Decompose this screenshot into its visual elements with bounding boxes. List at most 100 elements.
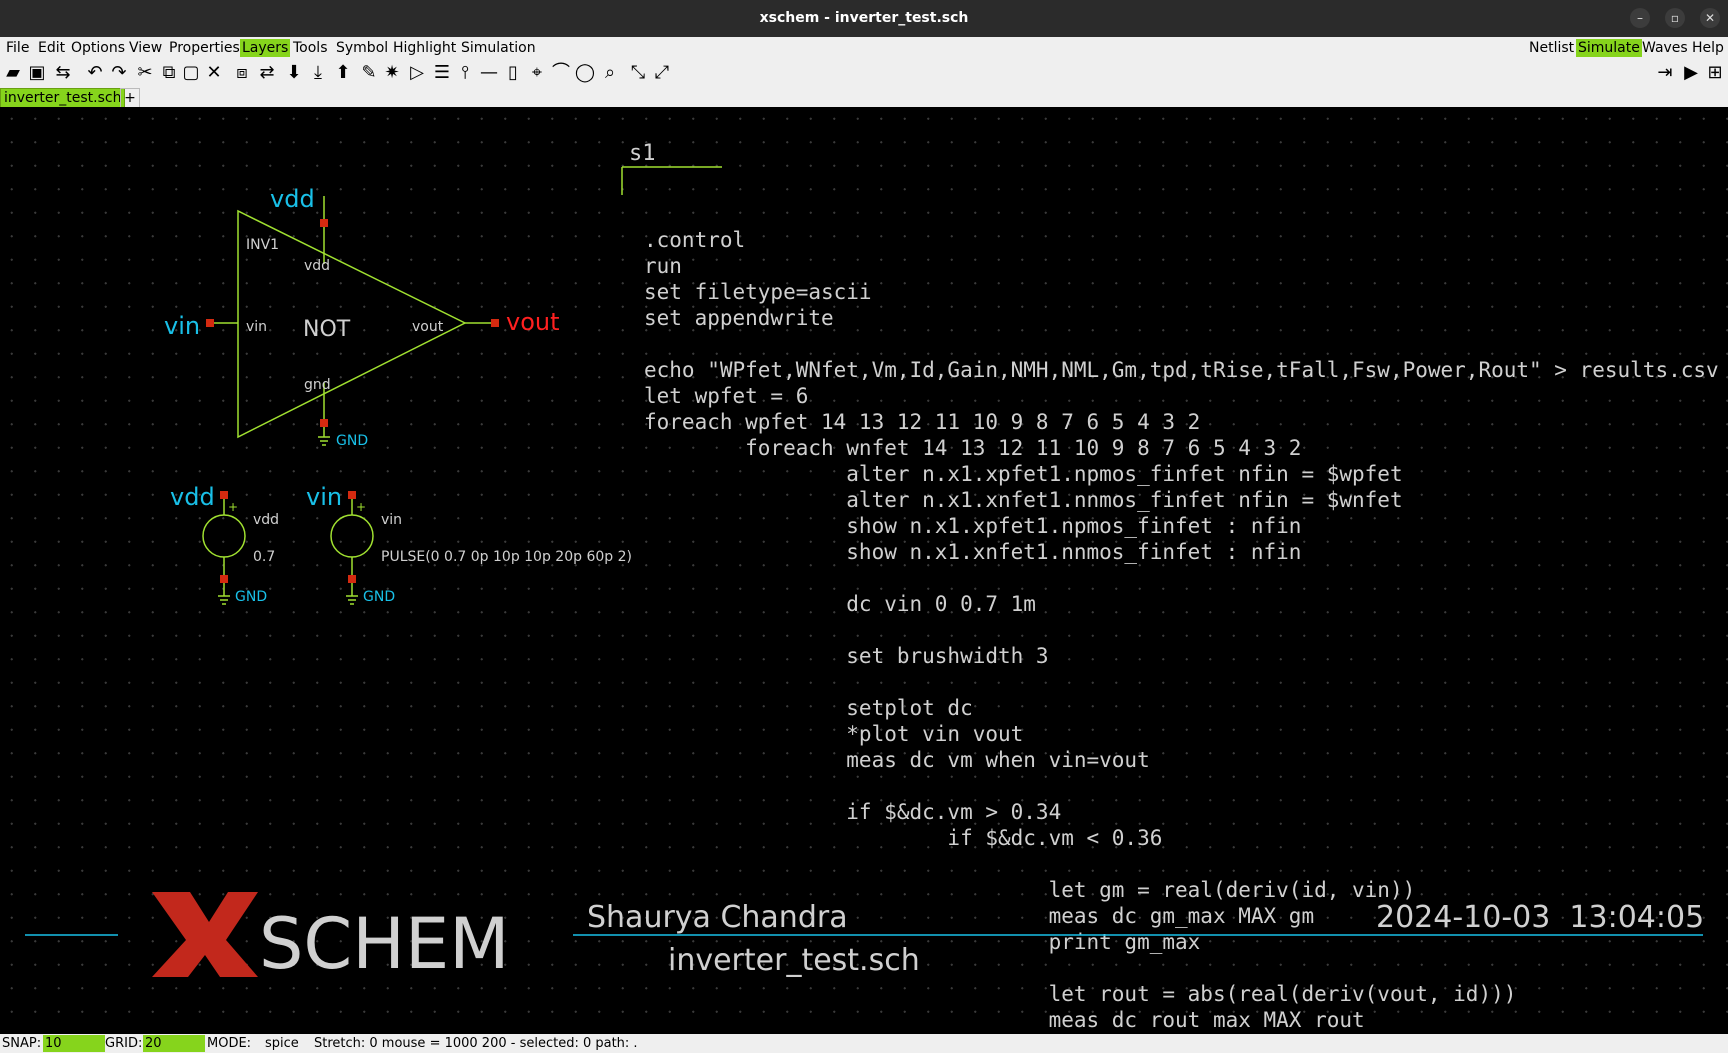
menu-file[interactable]: File xyxy=(4,39,31,57)
menu-netlist[interactable]: Netlist xyxy=(1527,39,1576,57)
menu-tools[interactable]: Tools xyxy=(291,39,330,57)
redo-icon[interactable]: ↷ xyxy=(108,62,130,84)
vin-source[interactable]: + vin vin PULSE(0 0.7 0p 10p 10p 20p 60p… xyxy=(306,483,632,605)
code-line: echo "WPfet,WNfet,Vm,Id,Gain,NMH,NML,Gm,… xyxy=(644,358,1719,382)
menu-properties[interactable]: Properties xyxy=(167,39,242,57)
code-line: let gm = real(deriv(id, vin)) xyxy=(644,878,1415,902)
arc-icon[interactable]: ⌒ xyxy=(550,62,572,84)
code-line: meas dc rout max MAX rout xyxy=(644,1008,1365,1032)
line-icon[interactable]: — xyxy=(478,62,500,84)
inverter-instance-name: INV1 xyxy=(246,237,279,253)
mode-label: MODE: xyxy=(207,1036,252,1051)
vin-source-net-label[interactable]: vin xyxy=(306,483,342,511)
code-block-name: s1 xyxy=(629,141,656,166)
net-vdd-label[interactable]: vdd xyxy=(270,185,315,213)
vdd-source-gnd-label[interactable]: GND xyxy=(235,589,267,605)
edit-icon[interactable]: ✎ xyxy=(358,62,380,84)
grid-label: GRID: xyxy=(105,1036,143,1051)
menu-highlight[interactable]: Highlight xyxy=(391,39,458,57)
maximize-icon[interactable]: ▫ xyxy=(1665,8,1685,28)
open-icon[interactable]: ▰ xyxy=(2,62,24,84)
code-line: let rout = abs(real(deriv(vout, id))) xyxy=(644,982,1516,1006)
run-icon[interactable]: ▶ xyxy=(1680,62,1702,84)
code-line: set filetype=ascii xyxy=(644,280,872,304)
menu-edit[interactable]: Edit xyxy=(36,39,67,57)
highlight-icon[interactable]: ✷ xyxy=(381,62,403,84)
schematic-drawing: INV1 NOT vdd vin vout gnd vdd vin vout G… xyxy=(25,141,1719,1032)
mode-value: spice xyxy=(265,1036,299,1051)
code-line: .control xyxy=(644,228,745,252)
code-line: set brushwidth 3 xyxy=(644,644,1049,668)
tab-bar: inverter_test.sch + xyxy=(0,88,1728,108)
code-line: set appendwrite xyxy=(644,306,834,330)
code-line: run xyxy=(644,254,682,278)
pin-gnd-label: gnd xyxy=(304,377,331,393)
push-down-icon[interactable]: ⤓ xyxy=(307,62,329,84)
menu-view[interactable]: View xyxy=(127,39,164,57)
zoom-fit-icon[interactable]: ⤢ xyxy=(651,62,673,84)
menu-options[interactable]: Options xyxy=(69,39,127,57)
delete-icon[interactable]: ✕ xyxy=(203,62,225,84)
paste-icon[interactable]: ▢ xyxy=(180,62,202,84)
svg-text:+: + xyxy=(356,500,366,514)
zoom-full-icon[interactable]: ⤡ xyxy=(627,62,649,84)
zoom-icon[interactable]: ⌕ xyxy=(599,62,621,84)
code-line: foreach wpfet 14 13 12 11 10 9 8 7 6 5 4… xyxy=(644,410,1200,434)
undo-icon[interactable]: ↶ xyxy=(84,62,106,84)
title-bar: xschem - inverter_test.sch – ▫ ✕ xyxy=(0,0,1728,37)
code-line: *plot vin vout xyxy=(644,722,1023,746)
symbol-icon[interactable]: ▷ xyxy=(406,62,428,84)
code-line: alter n.x1.xpfet1.npmos_finfet nfin = $w… xyxy=(644,462,1403,486)
insert-icon[interactable]: ⇥ xyxy=(1654,62,1676,84)
waves-icon[interactable]: ⊞ xyxy=(1704,62,1726,84)
xschem-logo: SCHEM xyxy=(152,892,510,985)
reload-icon[interactable]: ⇆ xyxy=(52,62,74,84)
circle-icon[interactable]: ◯ xyxy=(574,62,596,84)
net-vout-label[interactable]: vout xyxy=(506,308,560,336)
code-line: setplot dc xyxy=(644,696,973,720)
minimize-icon[interactable]: – xyxy=(1630,8,1650,28)
vdd-source[interactable]: + vdd vdd 0.7 GND xyxy=(170,483,279,605)
menu-waves[interactable]: Waves xyxy=(1640,39,1690,57)
menu-symbol[interactable]: Symbol xyxy=(334,39,390,57)
move-icon[interactable]: ⧈ xyxy=(231,62,253,84)
tab-inverter-test[interactable]: inverter_test.sch xyxy=(0,88,126,108)
pin-icon[interactable]: ⫯ xyxy=(454,62,476,84)
svg-text:+: + xyxy=(228,500,238,514)
menu-layers[interactable]: Layers xyxy=(240,39,291,57)
cut-icon[interactable]: ✂ xyxy=(134,62,156,84)
code-line: show n.x1.xnfet1.nnmos_finfet : nfin xyxy=(644,540,1301,564)
pin-vin-label: vin xyxy=(246,319,267,335)
copy-icon[interactable]: ⧉ xyxy=(158,62,180,84)
save-icon[interactable]: ▣ xyxy=(26,62,48,84)
spice-code-block[interactable]: s1 .controlrunset filetype=asciiset appe… xyxy=(621,141,1719,1032)
inverter-symbol[interactable]: INV1 NOT vdd vin vout gnd vdd vin vout G… xyxy=(164,185,560,449)
vin-source-gnd-label[interactable]: GND xyxy=(363,589,395,605)
inverter-function-label: NOT xyxy=(303,317,351,342)
window-title: xschem - inverter_test.sch xyxy=(759,10,969,26)
push-icon[interactable]: ⬇ xyxy=(283,62,305,84)
pop-icon[interactable]: ⬆ xyxy=(332,62,354,84)
rect-icon[interactable]: ▯ xyxy=(502,62,524,84)
vdd-source-net-label[interactable]: vdd xyxy=(170,483,215,511)
code-line: if $&dc.vm > 0.34 xyxy=(644,800,1061,824)
menu-simulate[interactable]: Simulate xyxy=(1576,39,1642,57)
code-line: show n.x1.xpfet1.npmos_finfet : nfin xyxy=(644,514,1301,538)
grid-value[interactable]: 20 xyxy=(143,1035,205,1052)
schematic-canvas[interactable]: INV1 NOT vdd vin vout gnd vdd vin vout G… xyxy=(0,107,1728,1034)
snap-value[interactable]: 10 xyxy=(43,1035,105,1052)
close-icon[interactable]: ✕ xyxy=(1700,8,1720,28)
menu-simulation[interactable]: Simulation xyxy=(459,39,538,57)
status-info: Stretch: 0 mouse = 1000 200 - selected: … xyxy=(314,1036,638,1051)
menu-help[interactable]: Help xyxy=(1690,39,1726,57)
net-gnd-label[interactable]: GND xyxy=(336,433,368,449)
schematic-datetime: 2024-10-03 13:04:05 xyxy=(1376,900,1704,935)
pin-vdd-label: vdd xyxy=(304,258,330,274)
stretch-icon[interactable]: ⇄ xyxy=(256,62,278,84)
poly-icon[interactable]: ⌖ xyxy=(526,62,548,84)
list-icon[interactable]: ☰ xyxy=(431,62,453,84)
add-tab-button[interactable]: + xyxy=(120,88,140,108)
author-name: Shaurya Chandra xyxy=(587,900,848,935)
net-vin-label[interactable]: vin xyxy=(164,312,200,340)
snap-label: SNAP: xyxy=(2,1036,42,1051)
